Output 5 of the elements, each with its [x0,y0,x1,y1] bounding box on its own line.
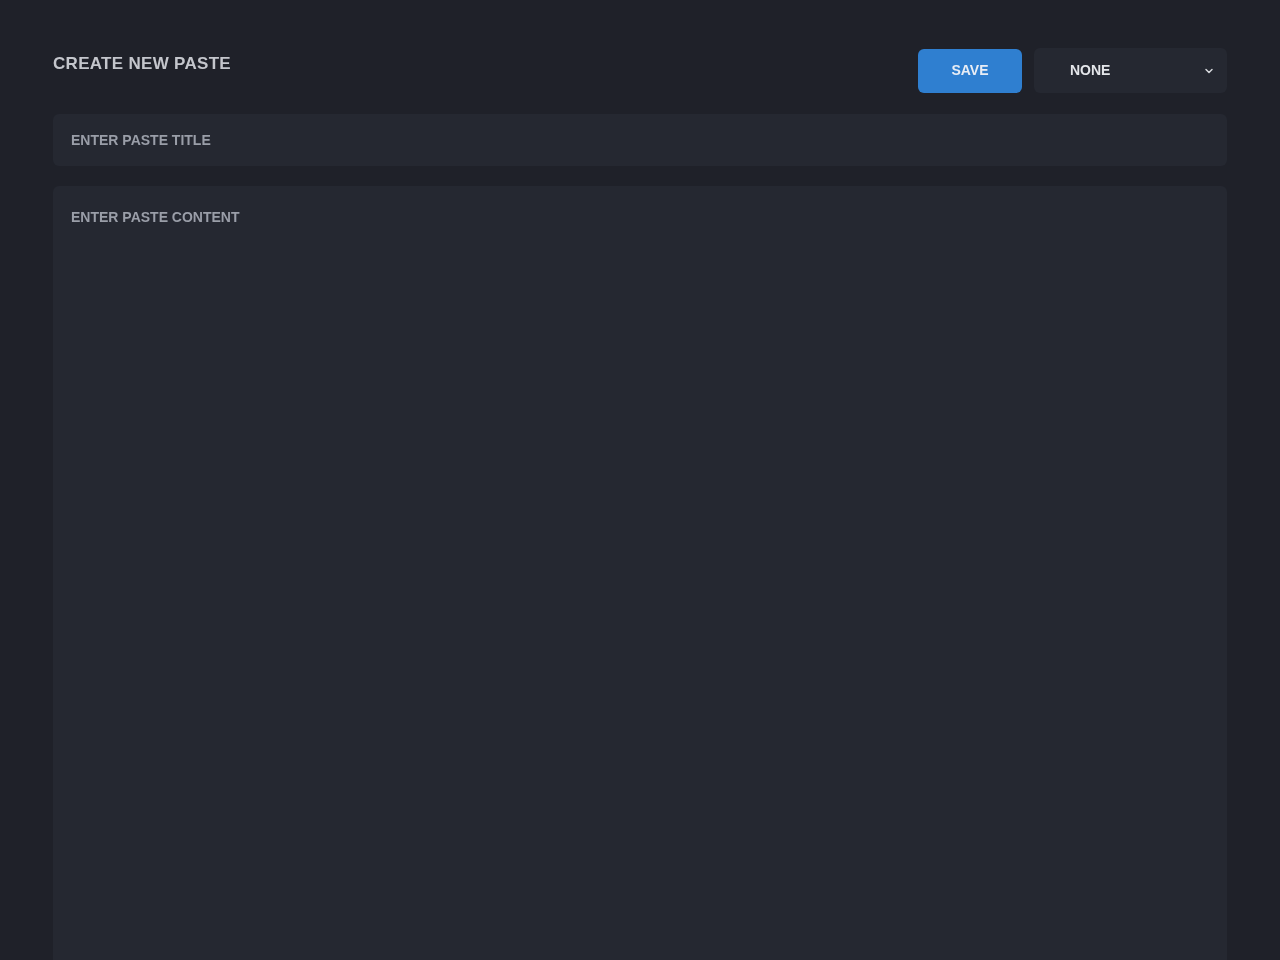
title-input-field[interactable]: ENTER PASTE TITLE [53,114,1227,166]
syntax-select[interactable]: NONE [1034,48,1227,93]
page-heading: CREATE NEW PASTE [53,54,231,74]
content-text-area[interactable]: ENTER PASTE CONTENT [53,186,1227,960]
save-button[interactable]: SAVE [918,48,1022,93]
